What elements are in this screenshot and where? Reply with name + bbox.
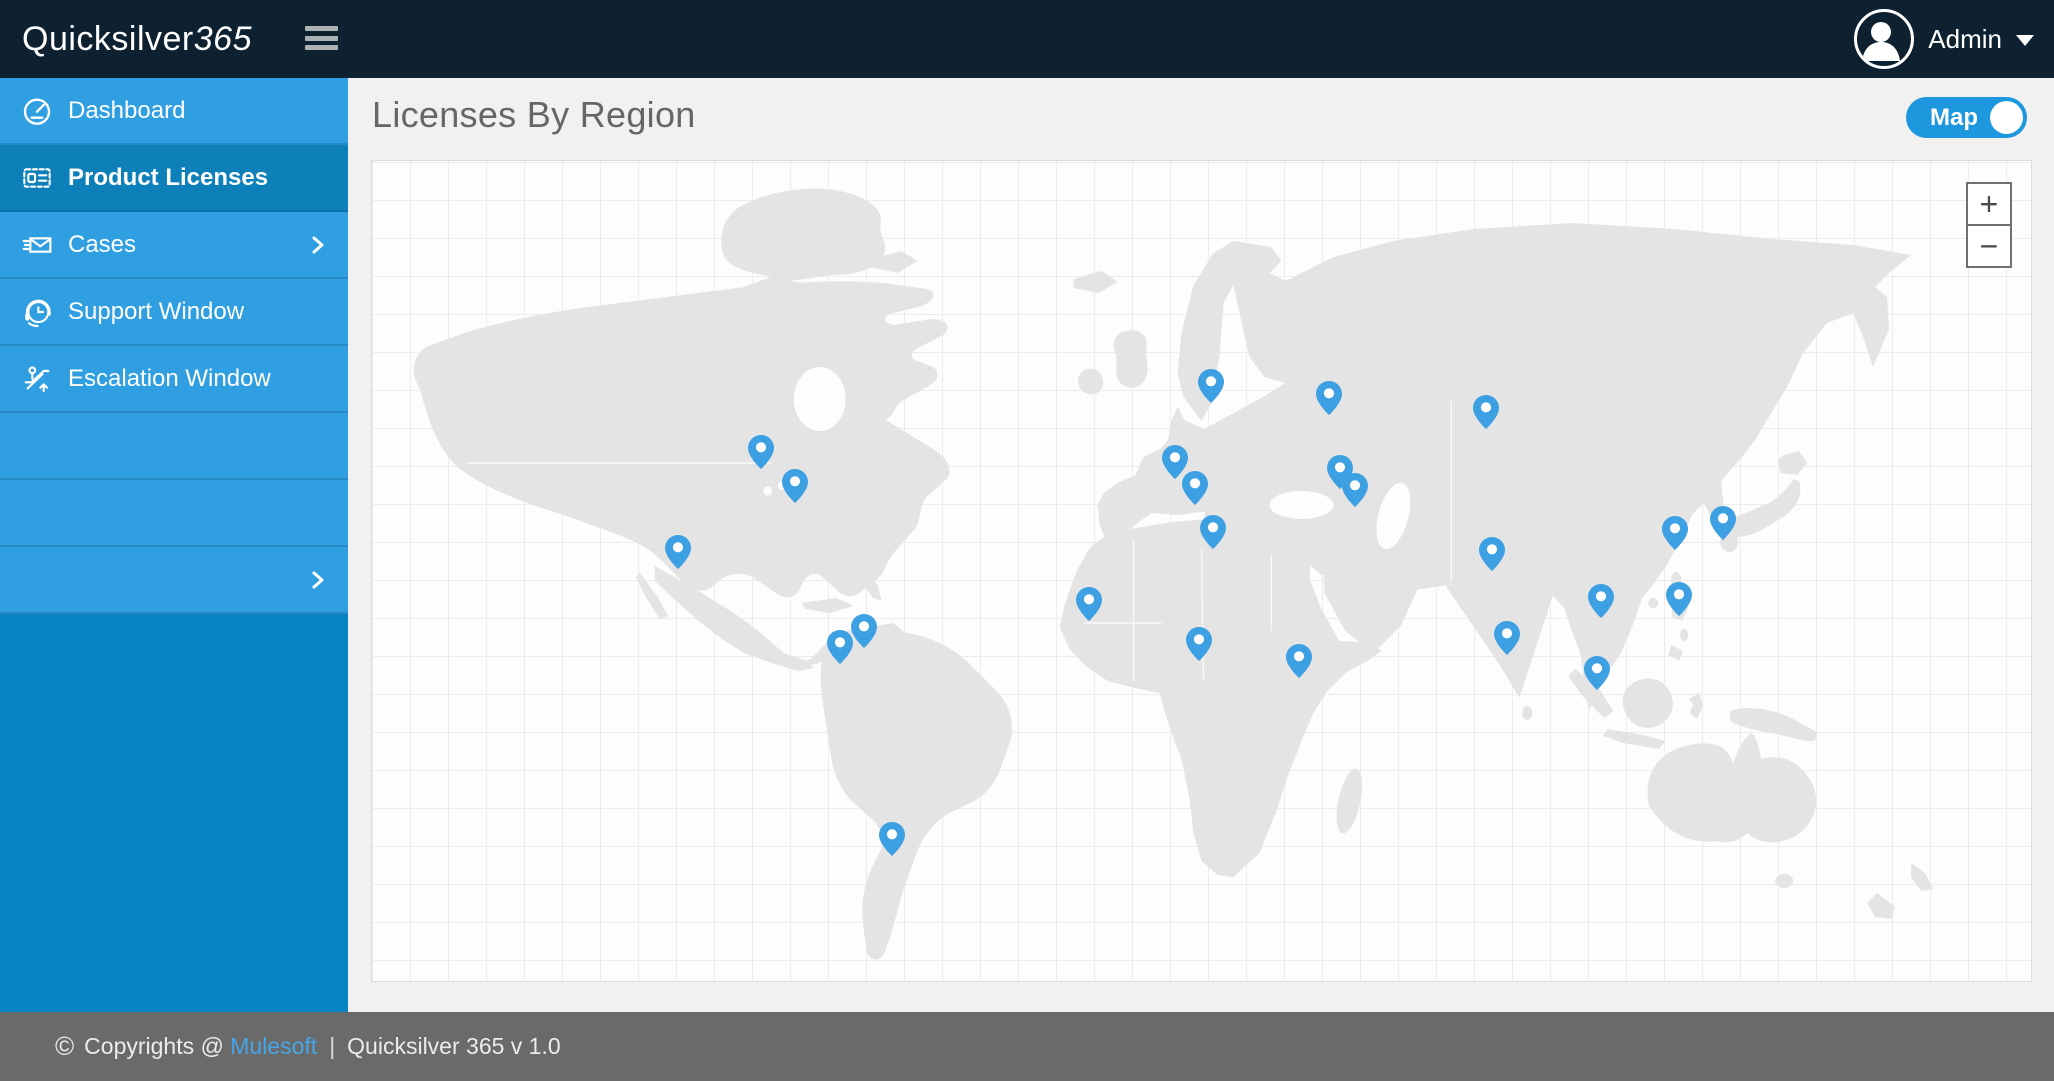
top-header: Quicksilver365 Admin xyxy=(0,0,2054,78)
map-pin-south-india[interactable] xyxy=(1494,621,1520,655)
chevron-right-icon xyxy=(312,571,324,588)
map-view-toggle[interactable]: Map xyxy=(1906,97,2027,138)
pins-layer xyxy=(372,161,2031,981)
version-label: Quicksilver 365 v 1.0 xyxy=(347,1033,561,1059)
chevron-right-icon xyxy=(312,236,324,253)
footer-divider: | xyxy=(329,1033,336,1059)
copyright-icon: © xyxy=(55,1031,75,1061)
map-pin-venezuela[interactable] xyxy=(851,614,877,648)
toggle-knob[interactable] xyxy=(1990,101,2023,134)
support-icon xyxy=(25,299,51,327)
map-pin-caucasus[interactable] xyxy=(1342,473,1368,507)
map-pin-north-india[interactable] xyxy=(1479,537,1505,571)
map-toggle-label: Map xyxy=(1930,104,1978,131)
map-pin-indochina[interactable] xyxy=(1588,584,1614,618)
mulesoft-link[interactable]: Mulesoft xyxy=(230,1033,317,1060)
sidebar-item-label: Product Licenses xyxy=(68,163,269,191)
app-logo: Quicksilver365 xyxy=(22,0,252,78)
sidebar-item-blank[interactable] xyxy=(0,547,348,614)
map-pin-mexico[interactable] xyxy=(665,535,691,569)
sidebar-item-dashboard[interactable]: Dashboard xyxy=(0,78,348,145)
map-pin-japan[interactable] xyxy=(1710,506,1736,540)
map-pin-southern-europe[interactable] xyxy=(1182,471,1208,505)
map-zoom-controls: + − xyxy=(1966,182,2012,268)
sidebar-item-blank[interactable] xyxy=(0,413,348,480)
menu-icon[interactable] xyxy=(305,26,338,55)
avatar[interactable] xyxy=(1854,9,1915,69)
map-pin-canada[interactable] xyxy=(748,435,774,469)
map-pin-scandinavia[interactable] xyxy=(1198,369,1224,403)
sidebar-item-label: Cases xyxy=(68,230,137,258)
brand-suffix: 365 xyxy=(193,20,252,58)
zoom-out-button[interactable]: − xyxy=(1966,224,2012,268)
sidebar: Dashboard Product Licenses Cases Support… xyxy=(0,78,348,1012)
map-pin-colombia[interactable] xyxy=(827,630,853,664)
sidebar-item-label: Support Window xyxy=(68,297,245,325)
person-icon xyxy=(1862,22,1901,61)
map-pin-nigeria[interactable] xyxy=(1186,627,1212,661)
main-content: Licenses By Region Map + − xyxy=(348,78,2054,1012)
map-pin-east-africa[interactable] xyxy=(1286,644,1312,678)
brand-name: Quicksilver xyxy=(22,20,194,58)
sidebar-item-label: Dashboard xyxy=(68,96,186,124)
cases-icon xyxy=(22,236,52,253)
app-window: Quicksilver365 Admin Dashboard Product L… xyxy=(0,0,2054,1081)
sidebar-background xyxy=(0,614,348,1012)
no-icon xyxy=(20,563,54,597)
no-icon xyxy=(20,429,54,463)
map-pin-argentina[interactable] xyxy=(879,822,905,856)
user-menu[interactable]: Admin xyxy=(1854,0,2034,78)
escalation-icon xyxy=(24,365,50,392)
sidebar-item-escalation-window[interactable]: Escalation Window xyxy=(0,346,348,413)
copyright-text: Copyrights @ xyxy=(84,1033,231,1059)
license-icon xyxy=(23,167,51,188)
sidebar-item-support-window[interactable]: Support Window xyxy=(0,279,348,346)
map-pin-us-east[interactable] xyxy=(782,469,808,503)
world-map-panel[interactable]: + − xyxy=(371,160,2032,982)
caret-down-icon xyxy=(2016,35,2034,46)
map-pin-philippines[interactable] xyxy=(1666,582,1692,616)
map-pin-east-china[interactable] xyxy=(1662,516,1688,550)
sidebar-item-cases[interactable]: Cases xyxy=(0,212,348,279)
no-icon xyxy=(20,496,54,530)
footer: © Copyrights @ Mulesoft | Quicksilver 36… xyxy=(0,1012,2054,1081)
dashboard-icon xyxy=(23,97,51,125)
map-pin-central-russia[interactable] xyxy=(1473,395,1499,429)
user-label: Admin xyxy=(1928,23,2002,54)
sidebar-nav: Dashboard Product Licenses Cases Support… xyxy=(0,78,348,614)
map-pin-north-africa[interactable] xyxy=(1200,515,1226,549)
map-pin-west-africa[interactable] xyxy=(1076,587,1102,621)
sidebar-item-label: Escalation Window xyxy=(68,364,271,392)
map-pin-malaysia[interactable] xyxy=(1584,656,1610,690)
sidebar-item-product-licenses[interactable]: Product Licenses xyxy=(0,145,348,212)
map-pin-western-russia[interactable] xyxy=(1316,381,1342,415)
page-title: Licenses By Region xyxy=(372,94,696,135)
zoom-in-button[interactable]: + xyxy=(1966,182,2012,226)
sidebar-item-blank[interactable] xyxy=(0,480,348,547)
